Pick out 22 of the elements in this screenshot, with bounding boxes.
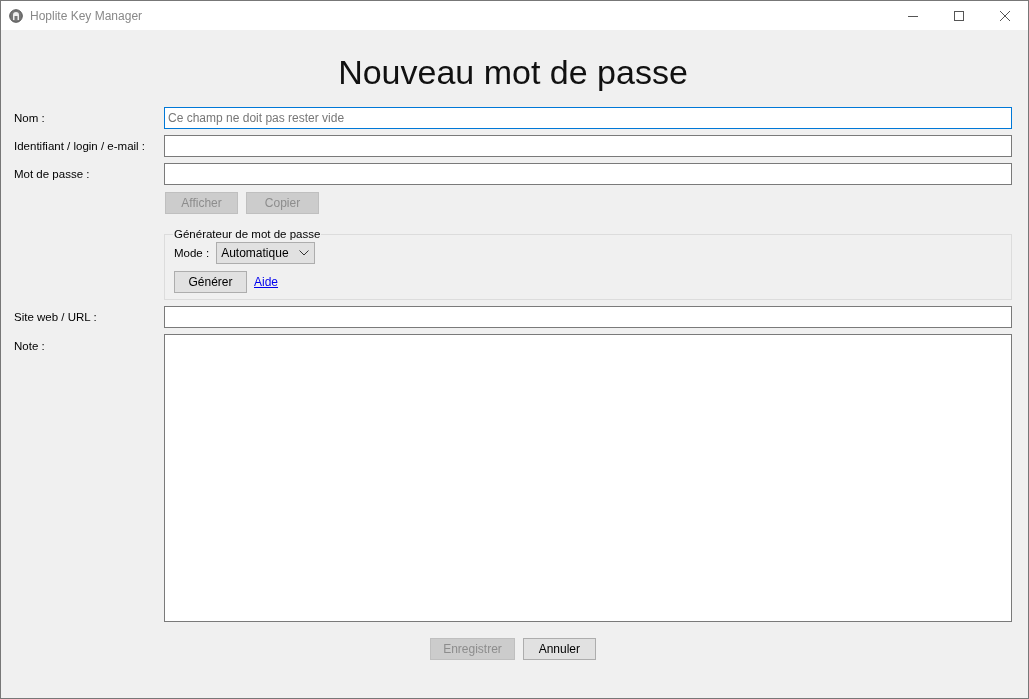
dialog-button[interactable]: Annuler [522,638,596,660]
caret-icon [298,250,309,256]
input-field[interactable] [164,135,1012,157]
form-heading: Nouveau mot de passe [337,52,689,92]
field-label: Nom : [14,112,45,124]
help-link[interactable]: Aide [254,275,279,289]
window-title: Hoplite Key Manager [30,8,144,23]
helmet-icon [9,8,23,23]
input-field[interactable] [164,163,1012,185]
generate-button[interactable]: Générer [174,271,247,293]
field-label: Note : [14,340,45,352]
field-label: Site web / URL : [14,311,97,323]
input-field[interactable]: Ce champ ne doit pas rester vide [164,107,1012,129]
mode-dropdown[interactable]: Automatique [216,242,315,264]
maximize-icon [954,10,964,21]
group-title: Générateur de mot de passe [173,228,322,240]
field-label: Identifiant / login / e-mail : [14,140,146,152]
note-field[interactable] [164,334,1012,622]
field-label: Mot de passe : [14,168,90,180]
input-field[interactable] [164,306,1012,328]
mode-label: Mode : [174,247,210,259]
close-icon [1000,10,1010,21]
